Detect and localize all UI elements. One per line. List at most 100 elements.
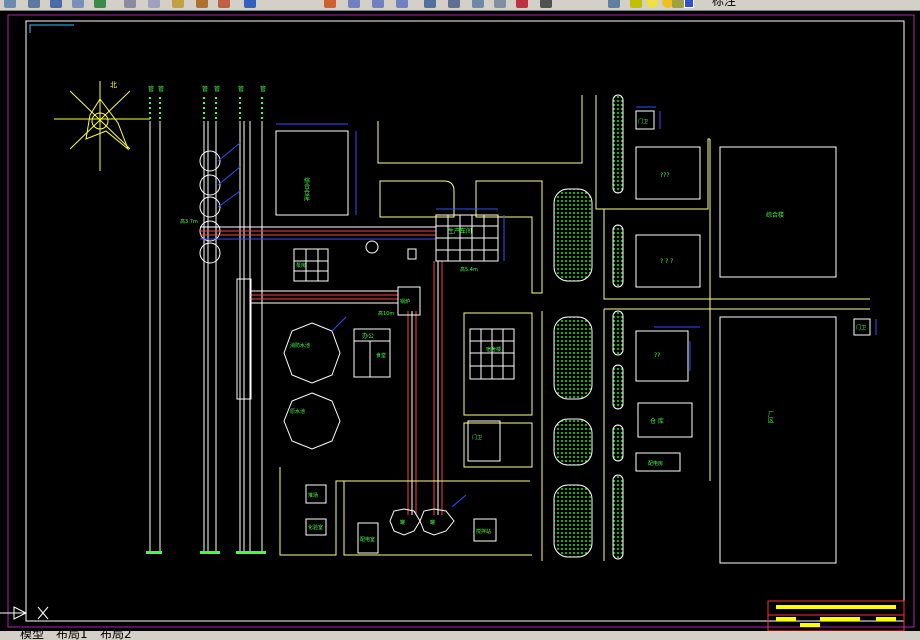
pool-2-label: 原水池 [290, 408, 305, 415]
drawing-canvas[interactable]: 北 管 管 管 管 管 管 高3.7m 综合仓库 生产车间 高5.4m 泵房 锅… [0, 11, 920, 631]
mixer-label: 搅拌站 [476, 528, 491, 535]
design-center-icon[interactable] [448, 0, 460, 8]
storage-label: 综合仓库 [303, 176, 310, 202]
tank-2-label: 罐 [430, 519, 435, 526]
zoom-previous-icon[interactable] [396, 0, 408, 8]
elevation-label-2: 高5.4m [460, 266, 478, 273]
guard-house: 门卫 [467, 420, 501, 462]
south-block: 厂区 [719, 316, 837, 564]
pipe-label-6: 管 [260, 85, 266, 93]
north-block: 综合楼 [719, 146, 837, 278]
sheet-set-icon[interactable] [494, 0, 506, 8]
elevation-label-1: 高3.7m [180, 218, 198, 225]
valve-dim-lines [217, 142, 241, 208]
layout-tabs: 模型 布局1 布局2 [0, 631, 920, 640]
tab-layout1[interactable]: 布局1 [56, 631, 88, 640]
pump-label: 泵房 [296, 262, 306, 269]
block-d: 仓 库 [637, 402, 693, 438]
layer-name[interactable]: 标注 [712, 0, 736, 8]
pipe-labels: 管 管 管 管 管 管 [148, 85, 266, 93]
station-building: 配电室 [357, 522, 379, 554]
block-a: ??? [635, 146, 701, 200]
pump-building: 泵房 [293, 248, 329, 282]
calculator-icon[interactable] [540, 0, 552, 8]
print-icon[interactable] [72, 0, 84, 8]
tank-1-label: 罐 [400, 519, 405, 526]
yard-blocks: 堆场 化验室 [305, 484, 327, 536]
block-e-label: 配电房 [648, 460, 663, 467]
pipe-label-4: 管 [214, 85, 220, 93]
fire-pool: 消防水池 [283, 316, 347, 384]
toolbar: 标注 [0, 0, 920, 11]
zoom-window-icon[interactable] [372, 0, 384, 8]
gate-e: 门卫 [853, 318, 871, 336]
office-label: 办公 [362, 332, 374, 340]
undo-icon[interactable] [218, 0, 230, 8]
boiler-label: 锅炉 [400, 298, 410, 305]
station-label: 配电室 [360, 536, 375, 543]
storage-building: 综合仓库 [275, 123, 357, 216]
lab-label: 化验室 [308, 524, 323, 531]
markup-icon[interactable] [516, 0, 528, 8]
open-icon[interactable] [28, 0, 40, 8]
block-b-label: ? ? ? [660, 258, 673, 265]
pan-icon[interactable] [324, 0, 336, 8]
layer-manager-icon[interactable] [608, 0, 620, 8]
save-icon[interactable] [50, 0, 62, 8]
zoom-realtime-icon[interactable] [348, 0, 360, 8]
guard-label: 门卫 [472, 434, 482, 441]
preview-icon[interactable] [94, 0, 106, 8]
elevation-label-3: 高10m [378, 310, 394, 317]
tab-model[interactable]: 模型 [20, 631, 44, 640]
lock-icon[interactable] [672, 0, 684, 8]
mixer-building: 搅拌站 [473, 518, 497, 542]
block-d-label: 仓 库 [650, 417, 664, 425]
vertical-pipes-center [407, 261, 443, 515]
drawing-border [25, 20, 905, 622]
north-label: 北 [110, 81, 117, 89]
tool-palette-icon[interactable] [472, 0, 484, 8]
tanks: 罐 罐 [389, 494, 467, 536]
block-e: 配电房 [635, 452, 681, 472]
pipe-label-1: 管 [148, 85, 154, 93]
cut-icon[interactable] [124, 0, 136, 8]
paste-icon[interactable] [172, 0, 184, 8]
layer-color-swatch [684, 0, 694, 8]
pipe-label-3: 管 [202, 85, 208, 93]
tab-layout2[interactable]: 布局2 [100, 631, 132, 640]
layer-state-icon[interactable] [630, 0, 642, 8]
green-islands [553, 94, 624, 560]
canteen-label: 食堂 [376, 352, 386, 359]
block-c: ?? [635, 330, 689, 382]
new-icon[interactable] [4, 0, 16, 8]
north-block-label: 综合楼 [766, 211, 784, 219]
dorm-building: 宿舍楼 [469, 328, 515, 380]
horizontal-pipes-1 [200, 226, 436, 240]
pipe-lines [149, 121, 263, 551]
block-a-label: ??? [660, 172, 670, 179]
workshop-label: 生产车间 [448, 227, 472, 235]
redo-icon[interactable] [244, 0, 256, 8]
properties-icon[interactable] [424, 0, 436, 8]
raw-pool: 原水池 [283, 392, 341, 450]
copy-icon[interactable] [148, 0, 160, 8]
pipe-end-marks [146, 551, 266, 554]
south-block-label: 厂区 [767, 411, 774, 423]
block-c-label: ?? [654, 352, 660, 359]
small-box [407, 248, 417, 260]
gate-w: 门卫 [635, 110, 655, 130]
gate-e-label: 门卫 [856, 324, 866, 331]
horizontal-pipes-2 [250, 290, 398, 304]
valve-circles [199, 150, 221, 264]
workshop-building: 生产车间 高5.4m [435, 208, 505, 273]
match-icon[interactable] [196, 0, 208, 8]
block-b: ? ? ? [635, 234, 701, 288]
pipe-label-5: 管 [238, 85, 244, 93]
dorm-label: 宿舍楼 [486, 346, 501, 353]
pipe-label-2: 管 [158, 85, 164, 93]
north-arrow [54, 81, 150, 171]
gate-w-label: 门卫 [638, 118, 648, 125]
ucs-icon [0, 606, 49, 620]
bulb-icon[interactable] [646, 0, 658, 8]
office-building: 办公 食堂 [353, 328, 391, 378]
